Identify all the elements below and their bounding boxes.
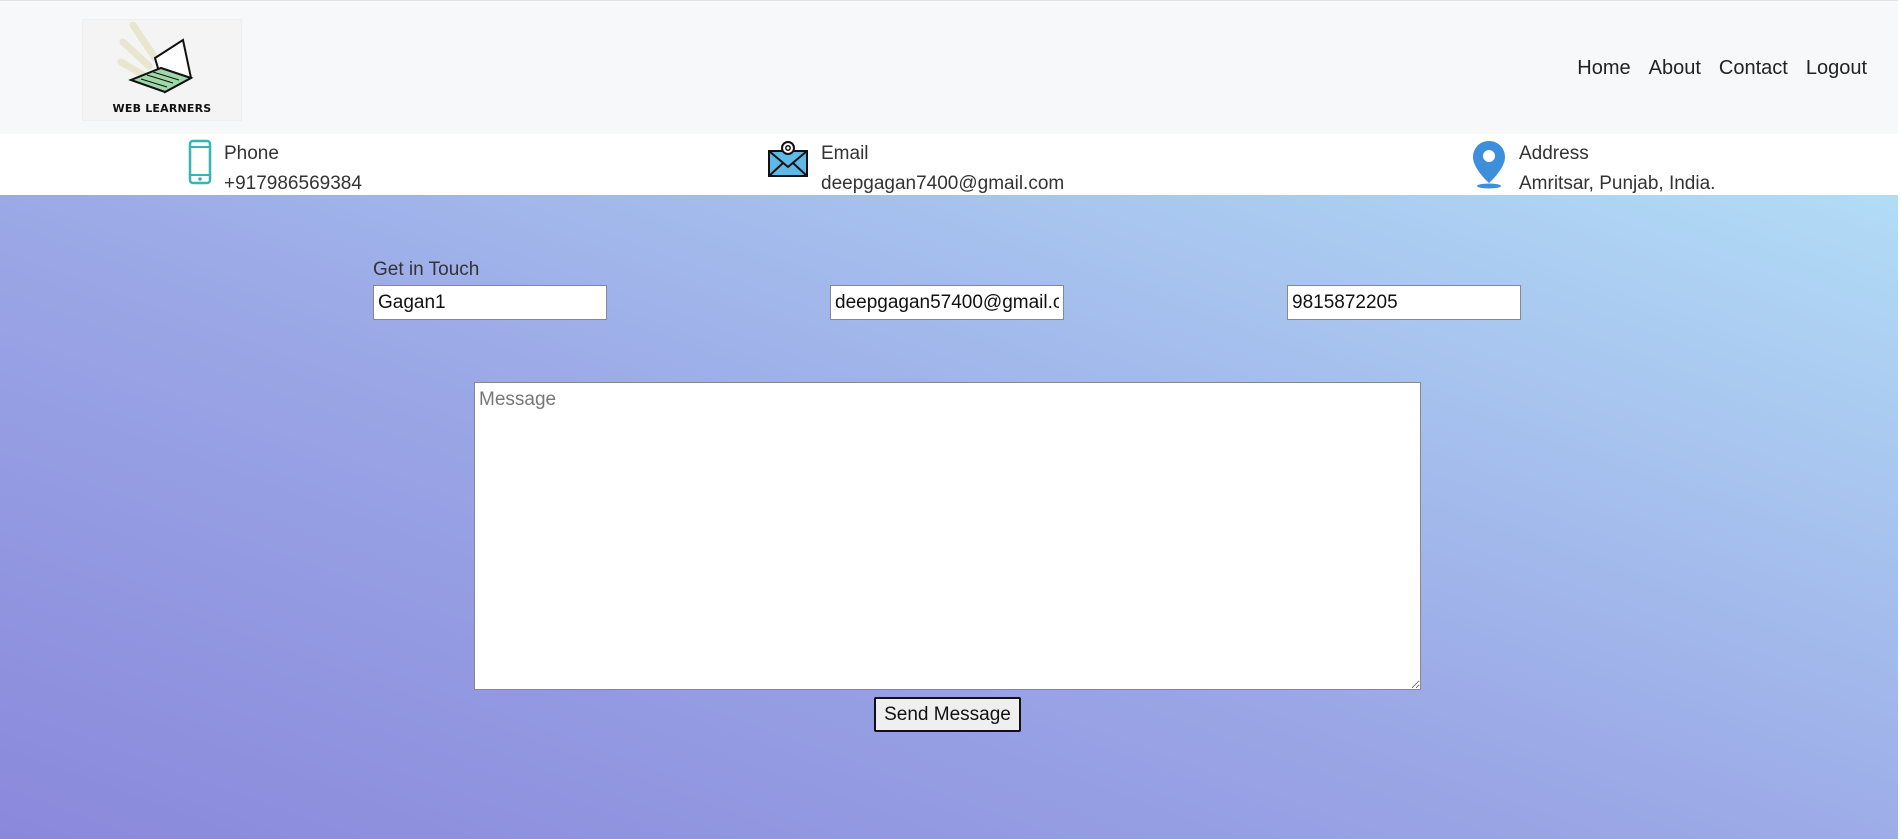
email-input[interactable] xyxy=(830,285,1064,320)
phone-label: Phone xyxy=(224,143,279,164)
nav-link-about[interactable]: About xyxy=(1649,57,1701,80)
email-info: Email deepgagan7400@gmail.com xyxy=(767,139,1064,199)
form-heading: Get in Touch xyxy=(373,259,480,280)
navbar: WEB LEARNERS Home About Contact Logout xyxy=(0,0,1898,135)
name-input[interactable] xyxy=(373,285,607,320)
send-message-button[interactable]: Send Message xyxy=(874,697,1021,732)
laptop-logo-icon xyxy=(117,21,194,94)
nav-links: Home About Contact Logout xyxy=(1559,57,1867,80)
nav-link-home[interactable]: Home xyxy=(1577,57,1630,80)
contact-info-strip: Phone +917986569384 Email deepgagan7400@… xyxy=(0,134,1898,195)
nav-link-contact[interactable]: Contact xyxy=(1719,57,1788,80)
phone-info: Phone +917986569384 xyxy=(188,139,362,199)
phone-input[interactable] xyxy=(1287,285,1521,320)
message-textarea[interactable] xyxy=(474,382,1421,690)
phone-icon xyxy=(188,139,212,190)
nav-link-logout[interactable]: Logout xyxy=(1806,57,1867,80)
brand-logo[interactable]: WEB LEARNERS xyxy=(82,19,242,121)
email-label: Email xyxy=(821,143,869,164)
logo-text: WEB LEARNERS xyxy=(112,102,212,115)
address-label: Address xyxy=(1519,143,1589,164)
location-pin-icon xyxy=(1471,139,1507,194)
contact-form-section: Get in Touch Send Message xyxy=(0,195,1898,839)
address-info: Address Amritsar, Punjab, India. xyxy=(1471,139,1715,199)
envelope-icon xyxy=(767,139,809,184)
